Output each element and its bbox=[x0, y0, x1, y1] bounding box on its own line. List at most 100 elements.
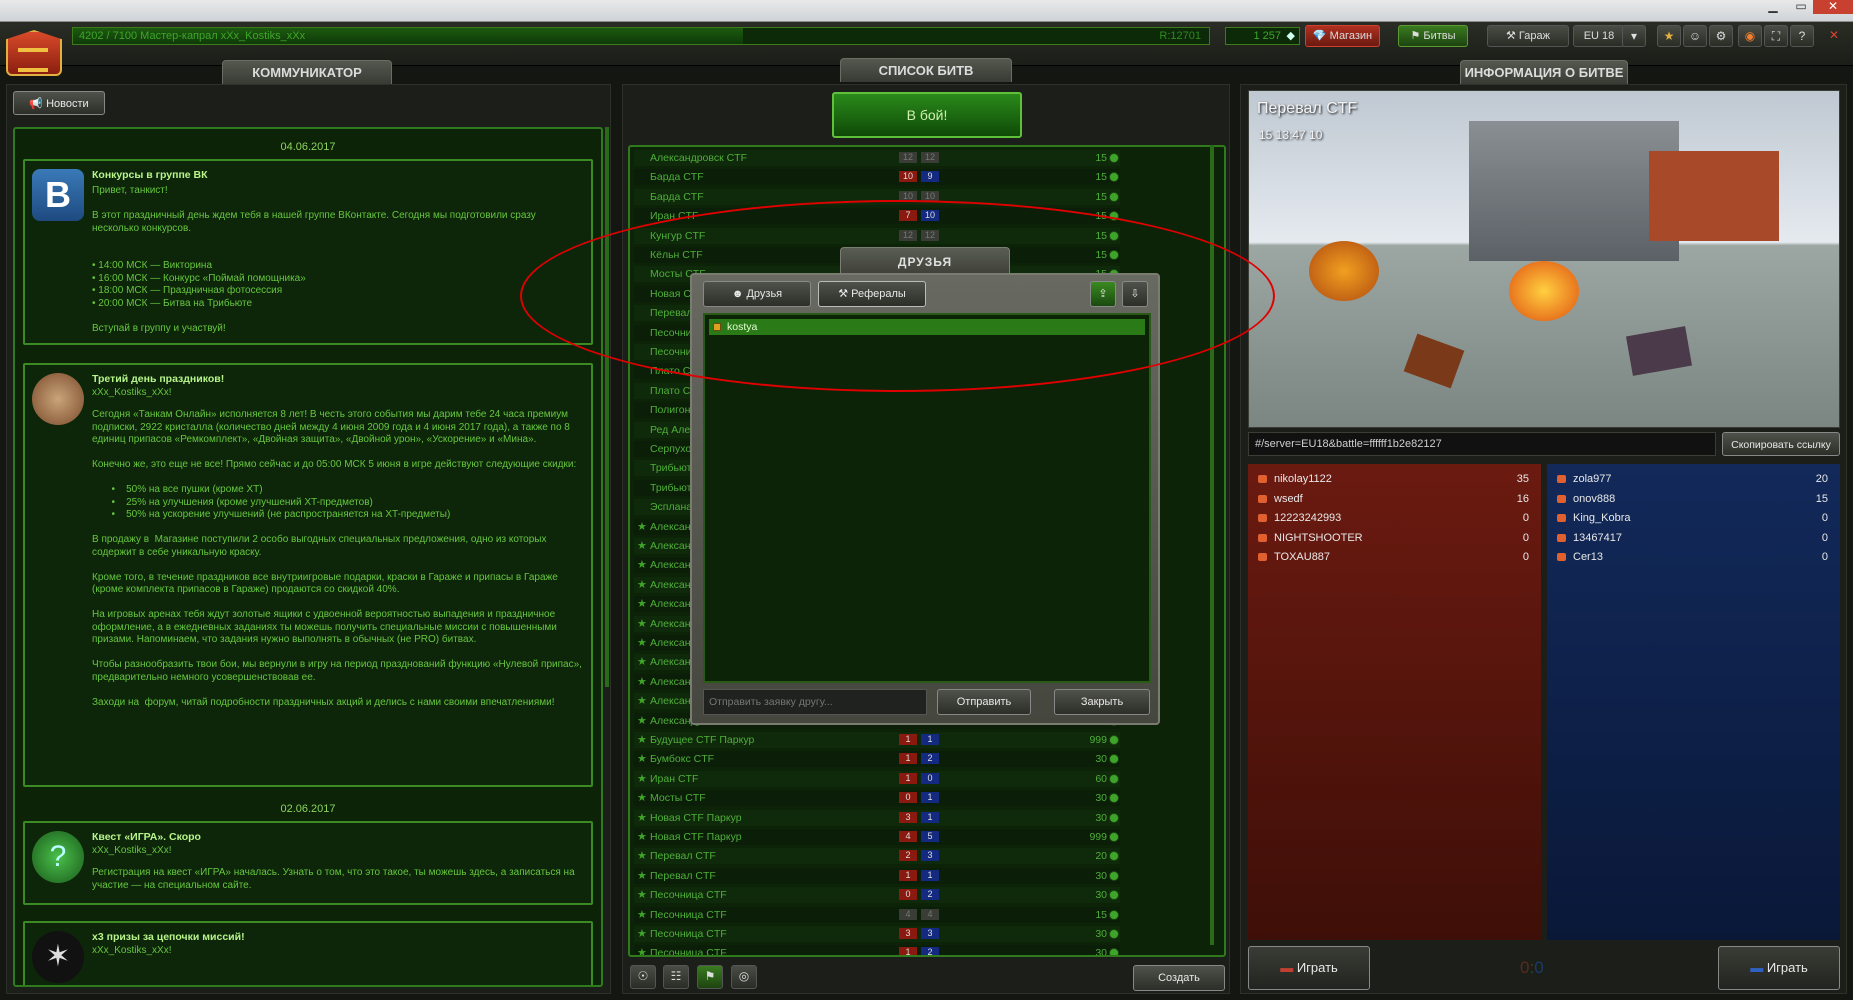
battle-row[interactable]: ★ Бумбокс CTF 1 2 30 bbox=[634, 751, 1120, 768]
battle-name: Иран CTF bbox=[650, 210, 699, 223]
exit-icon[interactable]: ✕ bbox=[1822, 25, 1846, 47]
battle-link-field[interactable]: #/server=EU18&battle=ffffff1b2e82127 bbox=[1248, 432, 1716, 456]
red-team-panel: nikolay1122 35 wsedf 16 12223242993 0 NIGHTSHO… bbox=[1248, 464, 1541, 940]
friend-row[interactable]: kostya bbox=[709, 319, 1145, 335]
play-red-label: Играть bbox=[1296, 960, 1338, 975]
player-row[interactable]: Cer13 0 bbox=[1551, 548, 1836, 566]
shop-button[interactable]: 💎 Магазин bbox=[1305, 25, 1380, 47]
battle-row[interactable]: ★ Перевал CTF 2 3 20 bbox=[634, 848, 1120, 865]
battle-limit: 15 bbox=[1095, 229, 1107, 242]
battle-limit: 15 bbox=[1095, 210, 1107, 223]
player-row[interactable]: NIGHTSHOOTER 0 bbox=[1252, 529, 1537, 547]
battle-row[interactable]: ★ Новая CTF Паркур 3 1 30 bbox=[634, 809, 1120, 826]
shop-label: Магазин bbox=[1329, 30, 1373, 42]
battle-row[interactable]: ★ Мосты CTF 0 1 30 bbox=[634, 790, 1120, 807]
battle-limit: 999 bbox=[1089, 831, 1107, 843]
export-icon[interactable]: ⇪ bbox=[1090, 281, 1116, 307]
news-author: xXx_Kostiks_xXx! bbox=[92, 387, 172, 398]
timer-icon bbox=[1109, 250, 1119, 260]
play-blue-button[interactable]: ▬ Играть bbox=[1718, 946, 1840, 990]
close-window-icon[interactable]: ✕ bbox=[1813, 0, 1853, 14]
battle-list-scrollbar[interactable] bbox=[1210, 145, 1214, 945]
sound-icon[interactable]: ◉ bbox=[1738, 25, 1762, 47]
player-score: 0 bbox=[1522, 512, 1529, 524]
battle-row[interactable]: Барда CTF 10 9 15 bbox=[634, 169, 1120, 186]
rank-icon bbox=[1258, 553, 1267, 561]
player-name: onov888 bbox=[1573, 492, 1616, 505]
filter-dm-icon[interactable]: ☉ bbox=[630, 965, 656, 989]
battle-row[interactable]: Барда CTF 10 10 15 bbox=[634, 188, 1120, 205]
friend-request-input[interactable] bbox=[703, 689, 927, 715]
friends-dialog: ☻ Друзья ⚒ Рефералы ⇪ ⇩ kostya Отправить… bbox=[690, 273, 1160, 725]
rank-insignia-icon[interactable] bbox=[6, 30, 62, 76]
server-select[interactable]: EU 18 bbox=[1573, 25, 1625, 47]
battle-limit: 30 bbox=[1095, 792, 1107, 805]
player-row[interactable]: 13467417 0 bbox=[1551, 529, 1836, 547]
battle-row[interactable]: Иран CTF 7 10 15 bbox=[634, 208, 1120, 225]
tank-icon bbox=[1625, 326, 1693, 376]
help-button[interactable]: ? bbox=[1790, 25, 1814, 47]
window-titlebar: ▁ ▭ ✕ bbox=[0, 0, 1853, 22]
filter-ctf-icon[interactable]: ⚑ bbox=[697, 965, 723, 989]
news-tab-button[interactable]: 📢 Новости bbox=[13, 91, 105, 115]
battle-row[interactable]: Александровск CTF 12 12 15 bbox=[634, 150, 1120, 166]
blue-team-count: 4 bbox=[921, 908, 939, 920]
pro-star-icon: ★ bbox=[637, 637, 647, 649]
friends-dialog-title: ДРУЗЬЯ bbox=[840, 247, 1010, 275]
copy-link-button[interactable]: Скопировать ссылку bbox=[1722, 432, 1840, 456]
battle-row[interactable]: ★ Песочница CTF 1 2 30 bbox=[634, 945, 1120, 955]
pro-star-icon: ★ bbox=[637, 617, 647, 630]
friends-icon[interactable]: ☺ bbox=[1683, 25, 1707, 47]
garage-button[interactable]: ⚒ Гараж bbox=[1487, 25, 1569, 47]
battle-row[interactable]: ★ Иран CTF 1 0 60 bbox=[634, 770, 1120, 787]
battle-row[interactable]: ★ Песочница CTF 0 2 30 bbox=[634, 887, 1120, 904]
import-icon[interactable]: ⇩ bbox=[1122, 281, 1148, 307]
player-name: TOXAU887 bbox=[1274, 551, 1331, 563]
play-red-button[interactable]: ▬ Играть bbox=[1248, 946, 1370, 990]
battle-row[interactable]: ★ Будущее CTF Паркур 1 1 999 bbox=[634, 732, 1120, 748]
battle-name: Песочница CTF bbox=[650, 908, 727, 921]
player-row[interactable]: King_Kobra 0 bbox=[1551, 509, 1836, 527]
communicator-panel: 📢 Новости 04.06.2017 B Конкурсы в группе… bbox=[6, 84, 611, 994]
friends-list[interactable]: kostya bbox=[703, 313, 1151, 683]
pro-star-icon: ★ bbox=[637, 695, 647, 708]
battle-row[interactable]: ★ Перевал CTF 1 1 30 bbox=[634, 867, 1120, 884]
fullscreen-icon[interactable]: ⛶ bbox=[1764, 25, 1788, 47]
create-battle-button[interactable]: Создать bbox=[1133, 965, 1225, 991]
player-row[interactable]: onov888 15 bbox=[1551, 490, 1836, 508]
player-row[interactable]: TOXAU887 0 bbox=[1252, 548, 1537, 566]
minimize-icon[interactable]: ▁ bbox=[1760, 0, 1786, 14]
timer-icon bbox=[1109, 754, 1119, 765]
server-dropdown-icon[interactable]: ▾ bbox=[1622, 25, 1646, 47]
referrals-tab[interactable]: ⚒ Рефералы bbox=[818, 281, 926, 307]
filter-cp-icon[interactable]: ◎ bbox=[731, 965, 757, 989]
battle-name: Перевал CTF bbox=[650, 869, 716, 882]
question-badge-icon: ? bbox=[32, 831, 84, 883]
player-row[interactable]: zola977 20 bbox=[1551, 470, 1836, 488]
cake-icon bbox=[32, 373, 84, 425]
news-feed[interactable]: 04.06.2017 B Конкурсы в группе ВК Привет… bbox=[13, 127, 603, 987]
battle-row[interactable]: ★ Новая CTF Паркур 4 5 999 bbox=[634, 829, 1120, 845]
red-team-count: 1 bbox=[899, 734, 917, 745]
close-dialog-button[interactable]: Закрыть bbox=[1054, 689, 1150, 715]
player-row[interactable]: nikolay1122 35 bbox=[1252, 470, 1537, 488]
star-icon[interactable]: ★ bbox=[1657, 25, 1681, 47]
send-request-button[interactable]: Отправить bbox=[937, 689, 1031, 715]
player-row[interactable]: 12223242993 0 bbox=[1252, 509, 1537, 527]
player-name: 12223242993 bbox=[1274, 512, 1342, 524]
to-battle-button[interactable]: В бой! bbox=[832, 92, 1022, 138]
battle-row[interactable]: ★ Песочница CTF 3 3 30 bbox=[634, 926, 1120, 942]
battles-button[interactable]: ⚑ Битвы bbox=[1398, 25, 1468, 47]
filter-tdm-icon[interactable]: ☷ bbox=[663, 965, 689, 989]
news-scrollbar[interactable] bbox=[605, 127, 609, 687]
maximize-icon[interactable]: ▭ bbox=[1788, 0, 1814, 14]
battle-row[interactable]: Кунгур CTF 12 12 15 bbox=[634, 227, 1120, 244]
battle-name: Кунгур CTF bbox=[650, 229, 706, 242]
player-row[interactable]: wsedf 16 bbox=[1252, 490, 1537, 508]
friends-tab[interactable]: ☻ Друзья bbox=[703, 281, 811, 307]
timer-icon bbox=[1109, 211, 1119, 222]
settings-icon[interactable]: ⚙ bbox=[1709, 25, 1733, 47]
player-score: 20 bbox=[1815, 473, 1828, 485]
battle-row[interactable]: ★ Песочница CTF 4 4 15 bbox=[634, 906, 1120, 923]
map-meta: 15 13:47 10 bbox=[1259, 128, 1323, 142]
